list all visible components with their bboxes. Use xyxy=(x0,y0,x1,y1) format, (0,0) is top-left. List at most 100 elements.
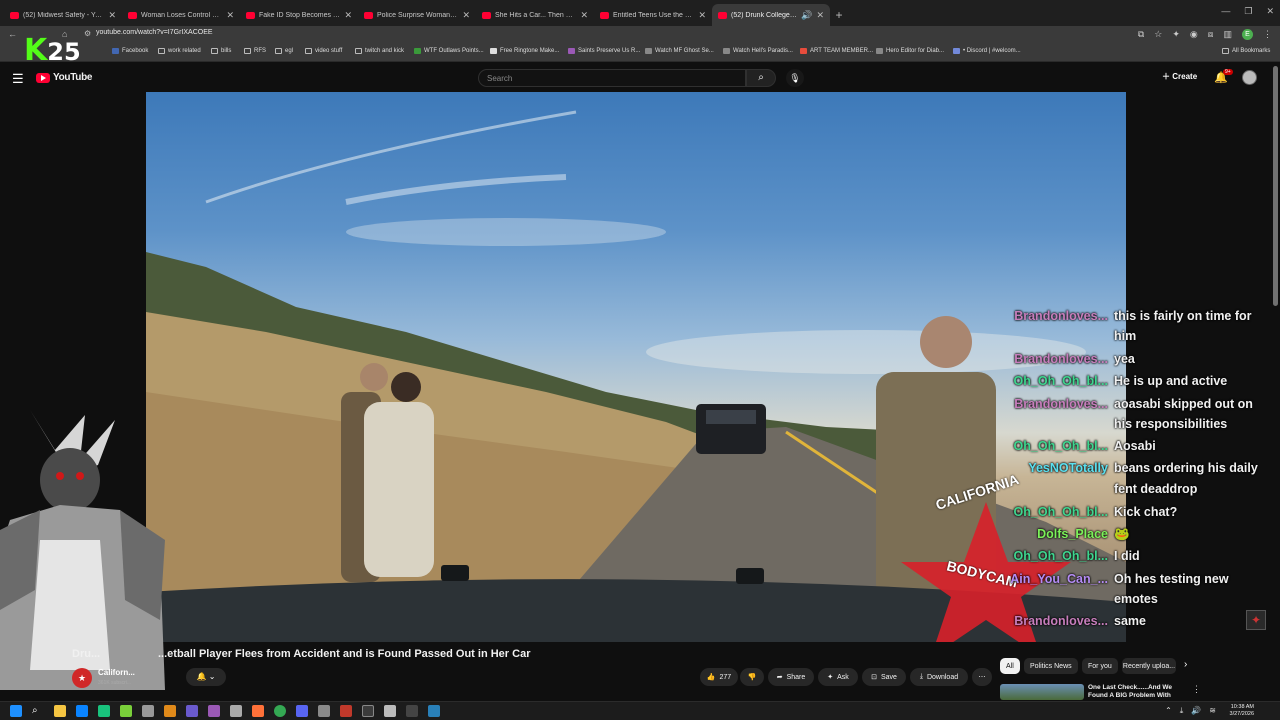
more-vertical-icon[interactable]: ⋮ xyxy=(1192,684,1201,695)
wifi-icon[interactable]: ≋ xyxy=(1209,706,1216,716)
bookmark-item[interactable]: Watch Hell's Paradis... xyxy=(723,48,793,54)
page-scrollbar[interactable] xyxy=(1273,66,1278,306)
close-tab-icon[interactable]: ✕ xyxy=(344,10,352,21)
url-field[interactable]: youtube.com/watch?v=I7GrIXACOEE xyxy=(96,29,213,36)
maximize-icon[interactable]: ❐ xyxy=(1244,6,1252,17)
new-tab-button[interactable]: + xyxy=(830,4,848,26)
close-tab-icon[interactable]: ✕ xyxy=(580,10,588,21)
app-icon[interactable] xyxy=(98,705,110,717)
bookmark-item[interactable]: Facebook xyxy=(112,48,148,54)
speaker-icon[interactable]: 🔊 xyxy=(801,10,812,21)
close-tab-icon[interactable]: ✕ xyxy=(698,10,706,21)
app-icon[interactable] xyxy=(406,705,418,717)
share-button[interactable]: ➦ Share xyxy=(768,668,814,686)
browser-tab[interactable]: (52) Midwest Safety - YouTube✕ xyxy=(4,4,122,26)
app-icon[interactable] xyxy=(208,705,220,717)
settings-icon[interactable] xyxy=(384,705,396,717)
chrome-icon[interactable] xyxy=(274,705,286,717)
search-input[interactable]: Search xyxy=(478,69,746,87)
bookmark-folder[interactable]: video stuff xyxy=(305,48,342,54)
app-icon[interactable] xyxy=(362,705,374,717)
download-icon[interactable]: ⤓ xyxy=(1180,706,1184,716)
channel-avatar[interactable]: ★ xyxy=(72,668,92,688)
bookmark-folder[interactable]: twitch and kick xyxy=(355,48,404,54)
bookmark-item[interactable]: WTF Outlaws Points... xyxy=(414,48,484,54)
close-tab-icon[interactable]: ✕ xyxy=(108,10,116,21)
create-button[interactable]: ＋ Create xyxy=(1162,71,1197,82)
chip-recently-uploaded[interactable]: Recently uploa... xyxy=(1122,658,1176,674)
bookmark-item[interactable]: • Discord | #welcom... xyxy=(953,48,1021,54)
browser-tab[interactable]: Fake ID Stop Becomes a Full-Bl...✕ xyxy=(240,4,358,26)
bookmark-folder[interactable]: work related xyxy=(158,48,201,54)
save-button[interactable]: ⊡ Save xyxy=(862,668,906,686)
extensions-puzzle-icon[interactable]: ⧈ xyxy=(1208,29,1214,40)
bookmark-folder[interactable]: bills xyxy=(211,48,231,54)
close-window-icon[interactable]: ✕ xyxy=(1266,6,1274,17)
search-icon[interactable]: ⌕ xyxy=(32,705,44,717)
recommendation-title[interactable]: One Last Check......And We Found A BIG P… xyxy=(1088,684,1184,700)
bookmark-item[interactable]: Hero Editor for Diab... xyxy=(876,48,944,54)
app-icon[interactable] xyxy=(340,705,352,717)
app-icon[interactable] xyxy=(76,705,88,717)
like-button[interactable]: 👍 277 xyxy=(700,668,738,686)
volume-icon[interactable]: 🔊 xyxy=(1191,706,1201,716)
subscription-bell-button[interactable]: 🔔 ⌄ xyxy=(186,668,226,686)
recommendation-thumbnail[interactable] xyxy=(1000,684,1084,700)
bookmark-folder[interactable]: RFS xyxy=(244,48,266,54)
app-icon[interactable] xyxy=(230,705,242,717)
app-icon[interactable] xyxy=(428,705,440,717)
chip-politics-news[interactable]: Politics News xyxy=(1024,658,1078,674)
profile-avatar[interactable]: E xyxy=(1242,29,1253,40)
bookmark-folder[interactable]: egl xyxy=(275,48,293,54)
side-panel-icon[interactable]: ▥ xyxy=(1223,29,1232,40)
firefox-icon[interactable] xyxy=(252,705,264,717)
discord-icon[interactable] xyxy=(296,705,308,717)
close-tab-icon[interactable]: ✕ xyxy=(226,10,234,21)
browser-tab[interactable]: Police Surprise Woman Carryin...✕ xyxy=(358,4,476,26)
app-icon[interactable] xyxy=(318,705,330,717)
bookmark-item[interactable]: ART TEAM MEMBER... xyxy=(800,48,873,54)
minimize-icon[interactable]: — xyxy=(1221,6,1230,17)
ask-button[interactable]: ✦ Ask xyxy=(818,668,858,686)
browser-tab[interactable]: She Hits a Car... Then Pretends...✕ xyxy=(476,4,594,26)
youtube-logo[interactable]: YouTube xyxy=(36,72,93,83)
install-icon[interactable]: ⧉ xyxy=(1138,29,1144,40)
app-icon[interactable] xyxy=(186,705,198,717)
hamburger-menu-icon[interactable]: ☰ xyxy=(12,71,24,87)
account-avatar[interactable] xyxy=(1242,70,1257,85)
chevron-right-icon[interactable]: › xyxy=(1184,659,1187,670)
chat-username: Brandonloves... xyxy=(1014,309,1108,323)
site-info-icon[interactable]: ⚙ xyxy=(84,29,91,38)
chevron-up-icon[interactable]: ⌃ xyxy=(1165,706,1172,716)
browser-tab[interactable]: Entitled Teens Use the Race Ca...✕ xyxy=(594,4,712,26)
bookmark-item[interactable]: Free Ringtone Make... xyxy=(490,48,559,54)
voice-search-button[interactable]: 🎙 xyxy=(786,69,804,87)
app-icon[interactable] xyxy=(164,705,176,717)
back-icon[interactable]: ← xyxy=(8,29,17,39)
channel-name[interactable]: Californ... xyxy=(98,668,135,677)
bookmark-item[interactable]: Saints Preserve Us R... xyxy=(568,48,640,54)
close-tab-icon[interactable]: ✕ xyxy=(816,10,824,21)
bookmark-star-icon[interactable]: ☆ xyxy=(1154,29,1162,40)
extension-icon[interactable]: ✦ xyxy=(1172,29,1180,40)
download-button[interactable]: ⤓ Download xyxy=(910,668,968,686)
extension-icon[interactable]: ◉ xyxy=(1190,29,1198,40)
chip-all[interactable]: All xyxy=(1000,658,1020,674)
app-icon[interactable] xyxy=(120,705,132,717)
dislike-button[interactable]: 👎 xyxy=(740,668,764,686)
close-tab-icon[interactable]: ✕ xyxy=(462,10,470,21)
menu-dots-icon[interactable]: ⋮ xyxy=(1263,29,1272,40)
chip-for-you[interactable]: For you xyxy=(1082,658,1118,674)
app-icon[interactable] xyxy=(142,705,154,717)
browser-tab-active[interactable]: (52) Drunk College Basketb...🔊✕ xyxy=(712,4,830,26)
bookmark-item[interactable]: Watch MF Ghost Se... xyxy=(645,48,714,54)
site-icon xyxy=(645,48,652,54)
all-bookmarks[interactable]: All Bookmarks xyxy=(1222,48,1270,54)
clock[interactable]: 10:38 AM 3/27/2026 xyxy=(1230,704,1254,718)
search-button[interactable]: ⌕ xyxy=(746,69,776,87)
browser-tab[interactable]: Woman Loses Control and Ca...✕ xyxy=(122,4,240,26)
file-explorer-icon[interactable] xyxy=(54,705,66,717)
video-player[interactable]: CALIFORNIA BODYCAM xyxy=(146,92,1126,642)
windows-start-icon[interactable] xyxy=(10,705,22,717)
more-actions-button[interactable]: ⋯ xyxy=(972,668,992,686)
